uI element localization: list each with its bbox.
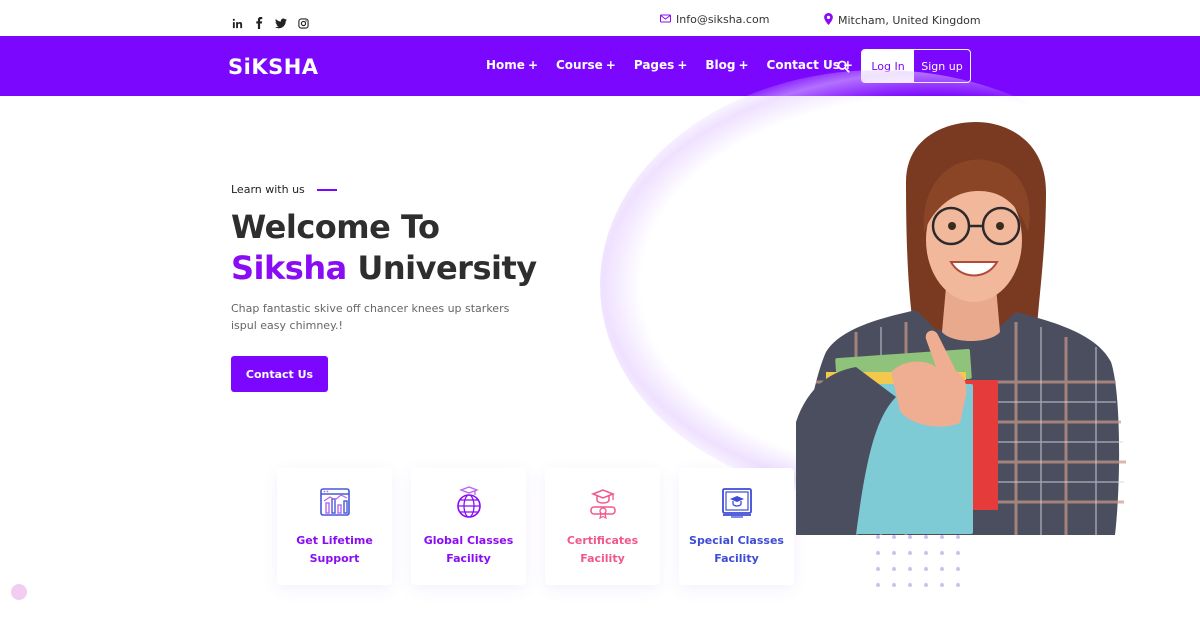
hero-title-line1: Welcome To: [231, 208, 440, 246]
nav-menu: Home + Course + Pages + Blog + Contact Us +: [486, 58, 853, 72]
nav-item-blog[interactable]: Blog +: [705, 58, 748, 72]
twitter-icon[interactable]: [275, 17, 287, 29]
plus-icon: +: [605, 58, 616, 72]
feature-title-line1: Get Lifetime: [296, 534, 373, 547]
nav-item-label: Course: [556, 58, 603, 72]
feature-title: Get Lifetime Support: [296, 532, 373, 568]
main-navbar: SiKSHA Home + Course + Pages + Blog + Contac…: [0, 36, 1200, 96]
hero-title-rest: University: [357, 249, 537, 287]
hero-title-brand: Siksha: [231, 249, 347, 287]
feature-card-certificates[interactable]: Certificates Facility: [545, 468, 660, 585]
site-logo[interactable]: SiKSHA: [228, 55, 319, 79]
location-text: Mitcham, United Kingdom: [838, 14, 981, 27]
nav-item-label: Home: [486, 58, 525, 72]
feature-title: Global Classes Facility: [424, 532, 514, 568]
feature-card-global[interactable]: Global Classes Facility: [411, 468, 526, 585]
top-location: Mitcham, United Kingdom: [824, 13, 981, 28]
eyebrow-text: Learn with us: [231, 183, 305, 196]
feature-title: Certificates Facility: [567, 532, 638, 568]
hero-title: Welcome To Siksha University: [231, 207, 537, 289]
classroom-board-icon: [720, 486, 754, 520]
feature-title-line1: Global Classes: [423, 534, 514, 547]
feature-title-line2: Facility: [446, 552, 491, 565]
feature-title-line2: Facility: [580, 552, 625, 565]
top-email[interactable]: Info@siksha.com: [660, 13, 769, 26]
plus-icon: +: [677, 58, 688, 72]
instagram-icon[interactable]: [297, 17, 309, 29]
feature-title: Special Classes Facility: [689, 532, 784, 568]
plus-icon: +: [527, 58, 538, 72]
feature-title-line2: Support: [309, 552, 360, 565]
top-bar: Info@siksha.com Mitcham, United Kingdom: [0, 0, 1200, 36]
contact-us-button[interactable]: Contact Us: [231, 356, 328, 392]
feature-title-line2: Facility: [714, 552, 759, 565]
nav-item-label: Pages: [633, 58, 675, 72]
facebook-icon[interactable]: [253, 17, 265, 29]
feature-title-line1: Special Classes: [689, 534, 784, 547]
search-icon[interactable]: [837, 58, 851, 73]
email-text: Info@siksha.com: [676, 13, 770, 26]
hero-description: Chap fantastic skive off chancer knees u…: [231, 302, 510, 332]
social-links: [231, 17, 309, 29]
mail-icon: [660, 13, 671, 26]
decorative-circle: [11, 584, 27, 600]
student-image: [796, 122, 1126, 535]
certificate-icon: [586, 486, 620, 520]
globe-icon: [452, 486, 486, 520]
feature-cards: Get Lifetime Support Global Classes Faci…: [277, 468, 794, 585]
nav-item-label: Contact Us: [766, 58, 840, 72]
decorative-dots: [876, 535, 960, 587]
linkedin-icon[interactable]: [231, 17, 243, 29]
nav-item-home[interactable]: Home +: [486, 58, 538, 72]
eyebrow-divider: [316, 188, 337, 191]
feature-title-line1: Certificates: [566, 534, 639, 547]
support-chart-icon: [318, 486, 352, 520]
nav-item-pages[interactable]: Pages +: [634, 58, 688, 72]
feature-card-support[interactable]: Get Lifetime Support: [277, 468, 392, 585]
nav-item-course[interactable]: Course +: [556, 58, 616, 72]
plus-icon: +: [738, 58, 749, 72]
feature-card-special[interactable]: Special Classes Facility: [679, 468, 794, 585]
map-pin-icon: [824, 13, 833, 28]
nav-item-label: Blog: [705, 58, 736, 72]
hero-eyebrow: Learn with us: [231, 183, 337, 196]
hero-title-line2: Siksha University: [231, 248, 537, 289]
